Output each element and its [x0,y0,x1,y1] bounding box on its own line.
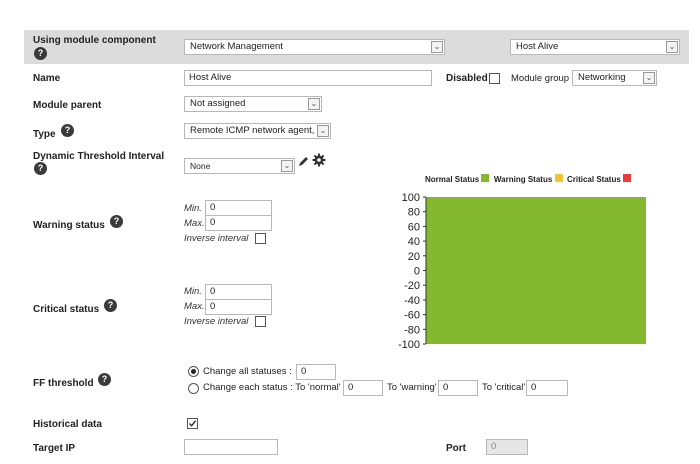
module-component-label: Using module component [33,35,156,46]
ff-all-radio[interactable] [188,366,199,377]
critical-min-input[interactable]: 0 [205,284,272,300]
y-tick-label: -80 [404,324,420,336]
critical-max-input[interactable]: 0 [205,299,272,315]
legend-critical-label: Critical Status [566,175,621,184]
ff-all-label: Change all statuses : [203,366,292,377]
checkmark-icon [189,420,197,427]
legend-warning-swatch [554,174,563,182]
chevron-down-icon: ⌄ [431,41,443,53]
warning-inverse-checkbox[interactable] [255,233,266,244]
type-label: Type [33,129,56,140]
y-tick-label: 100 [402,192,420,204]
y-tick-label: 0 [414,266,420,278]
historical-data-label: Historical data [33,419,102,430]
ff-normal-input[interactable]: 0 [343,380,383,396]
type-select[interactable]: Remote ICMP network agent, ⌄ [184,123,331,139]
critical-min-label: Min. [184,286,202,297]
legend-warning-label: Warning Status [493,175,553,184]
module-template-select[interactable]: Host Alive ⌄ [510,39,680,55]
critical-status-label: Critical status [33,304,100,315]
y-tick-label: -60 [404,310,420,322]
y-tick-label: -100 [398,339,420,351]
threshold-interval-label: Dynamic Threshold Interval [33,151,165,162]
help-icon[interactable]: ? [110,215,123,228]
name-label: Name [33,73,61,84]
module-group-select[interactable]: Networking ⌄ [572,70,657,86]
critical-max-label: Max. [184,301,205,312]
chart-legend: Normal Status Warning Status Critical St… [425,174,632,184]
chevron-down-icon: ⌄ [317,125,329,137]
critical-inverse-label: Inverse interval [184,316,249,327]
y-tick-label: 60 [408,221,420,233]
historical-data-checkbox[interactable] [187,418,198,429]
threshold-interval-select[interactable]: None ⌄ [184,158,295,174]
legend-normal-label: Normal Status [425,175,480,184]
help-icon[interactable]: ? [98,373,111,386]
pencil-icon[interactable] [298,155,310,167]
ff-warning-input[interactable]: 0 [438,380,478,396]
ff-each-label: Change each status : To 'normal' [203,382,341,393]
chevron-down-icon: ⌄ [281,160,293,172]
ff-all-input[interactable]: 0 [296,364,336,380]
legend-critical-swatch [623,174,632,182]
module-component-select[interactable]: Network Management ⌄ [184,39,445,55]
y-tick-label: -20 [404,280,420,292]
y-tick-label: 20 [408,251,420,263]
normal-status-area [426,197,646,344]
chevron-down-icon: ⌄ [666,41,678,53]
target-ip-input[interactable] [184,439,278,455]
module-group-label: Module group [511,73,570,84]
status-chart: 100 80 60 40 20 0 -20 -40 -60 -80 -100 [398,192,646,351]
warning-min-input[interactable]: 0 [205,200,272,216]
y-tick-label: 40 [408,236,420,248]
target-ip-label: Target IP [33,443,76,454]
chevron-down-icon: ⌄ [643,72,655,84]
help-icon[interactable]: ? [34,162,47,175]
help-icon[interactable]: ? [104,299,117,312]
warning-status-label: Warning status [33,220,105,231]
y-tick-label: -40 [404,295,420,307]
warning-inverse-label: Inverse interval [184,233,249,244]
name-input[interactable]: Host Alive [184,70,432,86]
disabled-label: Disabled [446,73,488,84]
warning-max-label: Max. [184,218,205,229]
module-parent-select[interactable]: Not assigned ⌄ [184,96,322,112]
ff-each-radio[interactable] [188,383,199,394]
port-label: Port [446,443,466,454]
ff-critical-input[interactable]: 0 [526,380,568,396]
warning-min-label: Min. [184,203,202,214]
ff-threshold-label: FF threshold [33,378,94,389]
help-icon[interactable]: ? [61,124,74,137]
ff-critical-label: To 'critical' [482,382,526,393]
critical-inverse-checkbox[interactable] [255,316,266,327]
chevron-down-icon: ⌄ [308,98,320,110]
help-icon[interactable]: ? [34,47,47,60]
module-parent-label: Module parent [33,100,102,111]
warning-max-input[interactable]: 0 [205,215,272,231]
ff-warning-label: To 'warning' [387,382,437,393]
legend-normal-swatch [481,174,490,182]
gear-icon[interactable] [312,153,326,167]
port-input[interactable]: 0 [486,439,528,455]
y-tick-label: 80 [408,207,420,219]
disabled-checkbox[interactable] [489,73,500,84]
